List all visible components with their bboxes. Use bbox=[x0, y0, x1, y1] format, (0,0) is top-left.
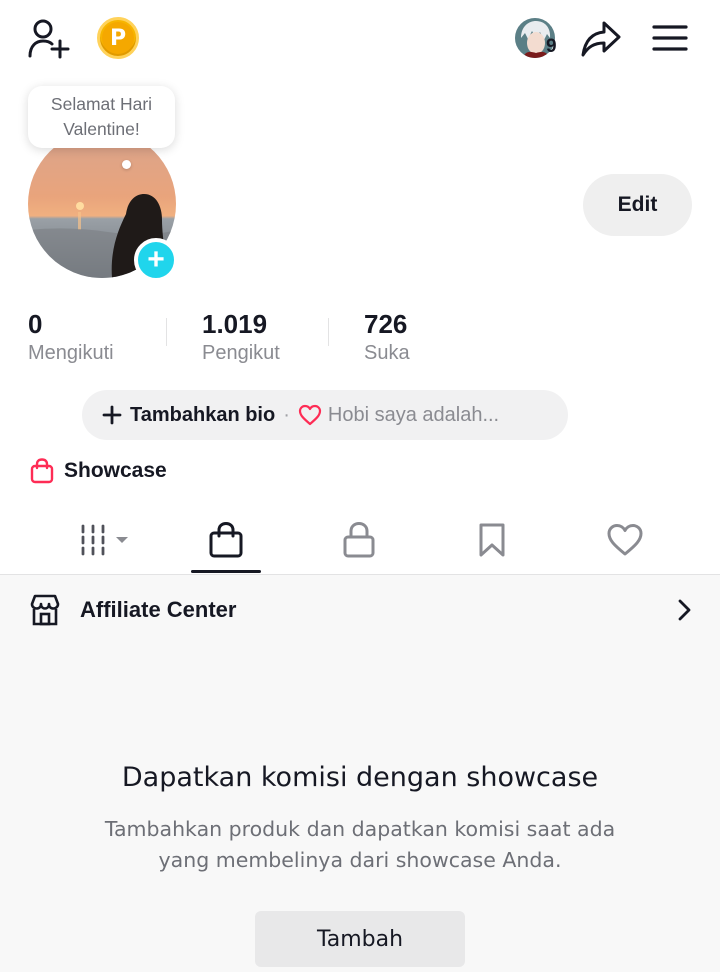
lock-icon bbox=[343, 521, 375, 558]
stat-label: Pengikut bbox=[202, 342, 280, 364]
bookmark-icon bbox=[479, 523, 505, 557]
showcase-link[interactable]: Showcase bbox=[30, 455, 167, 487]
empty-state-title: Dapatkan komisi dengan showcase bbox=[121, 762, 599, 793]
empty-desc-line-1: Tambahkan produk dan dapatkan komisi saa… bbox=[104, 817, 616, 841]
status-bubble[interactable]: Selamat Hari Valentine! bbox=[28, 86, 175, 148]
stat-label: Suka bbox=[364, 342, 410, 364]
menu-button[interactable] bbox=[650, 20, 690, 56]
tab-saved[interactable] bbox=[457, 512, 527, 568]
stat-value: 0 bbox=[28, 309, 43, 339]
add-product-button[interactable]: Tambah bbox=[255, 911, 465, 967]
add-friend-button[interactable] bbox=[26, 18, 72, 60]
share-button[interactable] bbox=[579, 18, 623, 60]
tab-private[interactable] bbox=[324, 512, 394, 568]
add-bio-label: Tambahkan bio bbox=[130, 403, 276, 426]
bubble-line-2: Valentine! bbox=[63, 119, 140, 139]
notification-count: 9 bbox=[546, 36, 557, 57]
coin-icon: P bbox=[97, 17, 139, 59]
stat-followers[interactable]: 1.019 Pengikut bbox=[202, 309, 280, 365]
chevron-right-icon bbox=[678, 599, 691, 621]
grid-icon bbox=[81, 524, 128, 556]
hamburger-menu-icon bbox=[652, 25, 688, 51]
plus-icon bbox=[102, 405, 122, 425]
bio-pill[interactable]: Tambahkan bio · Hobi saya adalah... bbox=[82, 390, 568, 440]
stat-likes[interactable]: 726 Suka bbox=[364, 309, 410, 365]
stat-divider bbox=[166, 318, 167, 346]
switch-account-button[interactable]: 9 bbox=[509, 16, 561, 60]
stat-divider bbox=[328, 318, 329, 346]
heart-icon bbox=[298, 404, 321, 426]
empty-state-description: Tambahkan produk dan dapatkan komisi saa… bbox=[60, 814, 660, 876]
heart-icon bbox=[607, 524, 643, 556]
tab-videos[interactable] bbox=[66, 512, 136, 568]
showcase-label: Showcase bbox=[64, 459, 167, 482]
person-plus-icon bbox=[28, 19, 70, 59]
bio-hint: Hobi saya adalah... bbox=[327, 403, 500, 426]
bio-separator: · bbox=[283, 403, 290, 426]
stat-value: 726 bbox=[364, 309, 408, 339]
empty-desc-line-2: yang membelinya dari showcase Anda. bbox=[158, 848, 562, 872]
store-icon bbox=[30, 594, 60, 625]
shopping-bag-icon bbox=[30, 458, 54, 484]
bubble-line-1: Selamat Hari bbox=[50, 94, 153, 114]
stat-value: 1.019 bbox=[202, 309, 268, 339]
stat-label: Mengikuti bbox=[28, 342, 114, 364]
stat-following[interactable]: 0 Mengikuti bbox=[28, 309, 114, 365]
plus-icon: + bbox=[147, 243, 165, 276]
shopping-bag-icon bbox=[209, 521, 243, 558]
coin-button[interactable]: P bbox=[97, 17, 139, 59]
affiliate-center-link[interactable]: Affiliate Center bbox=[0, 575, 720, 644]
share-arrow-icon bbox=[581, 21, 621, 57]
tab-liked[interactable] bbox=[590, 512, 660, 568]
affiliate-center-label: Affiliate Center bbox=[80, 596, 237, 622]
edit-profile-button[interactable]: Edit bbox=[583, 174, 692, 236]
bubble-tail bbox=[122, 160, 131, 169]
active-tab-indicator bbox=[191, 570, 261, 573]
add-story-button[interactable]: + bbox=[134, 238, 178, 282]
tab-showcase[interactable] bbox=[191, 512, 261, 568]
